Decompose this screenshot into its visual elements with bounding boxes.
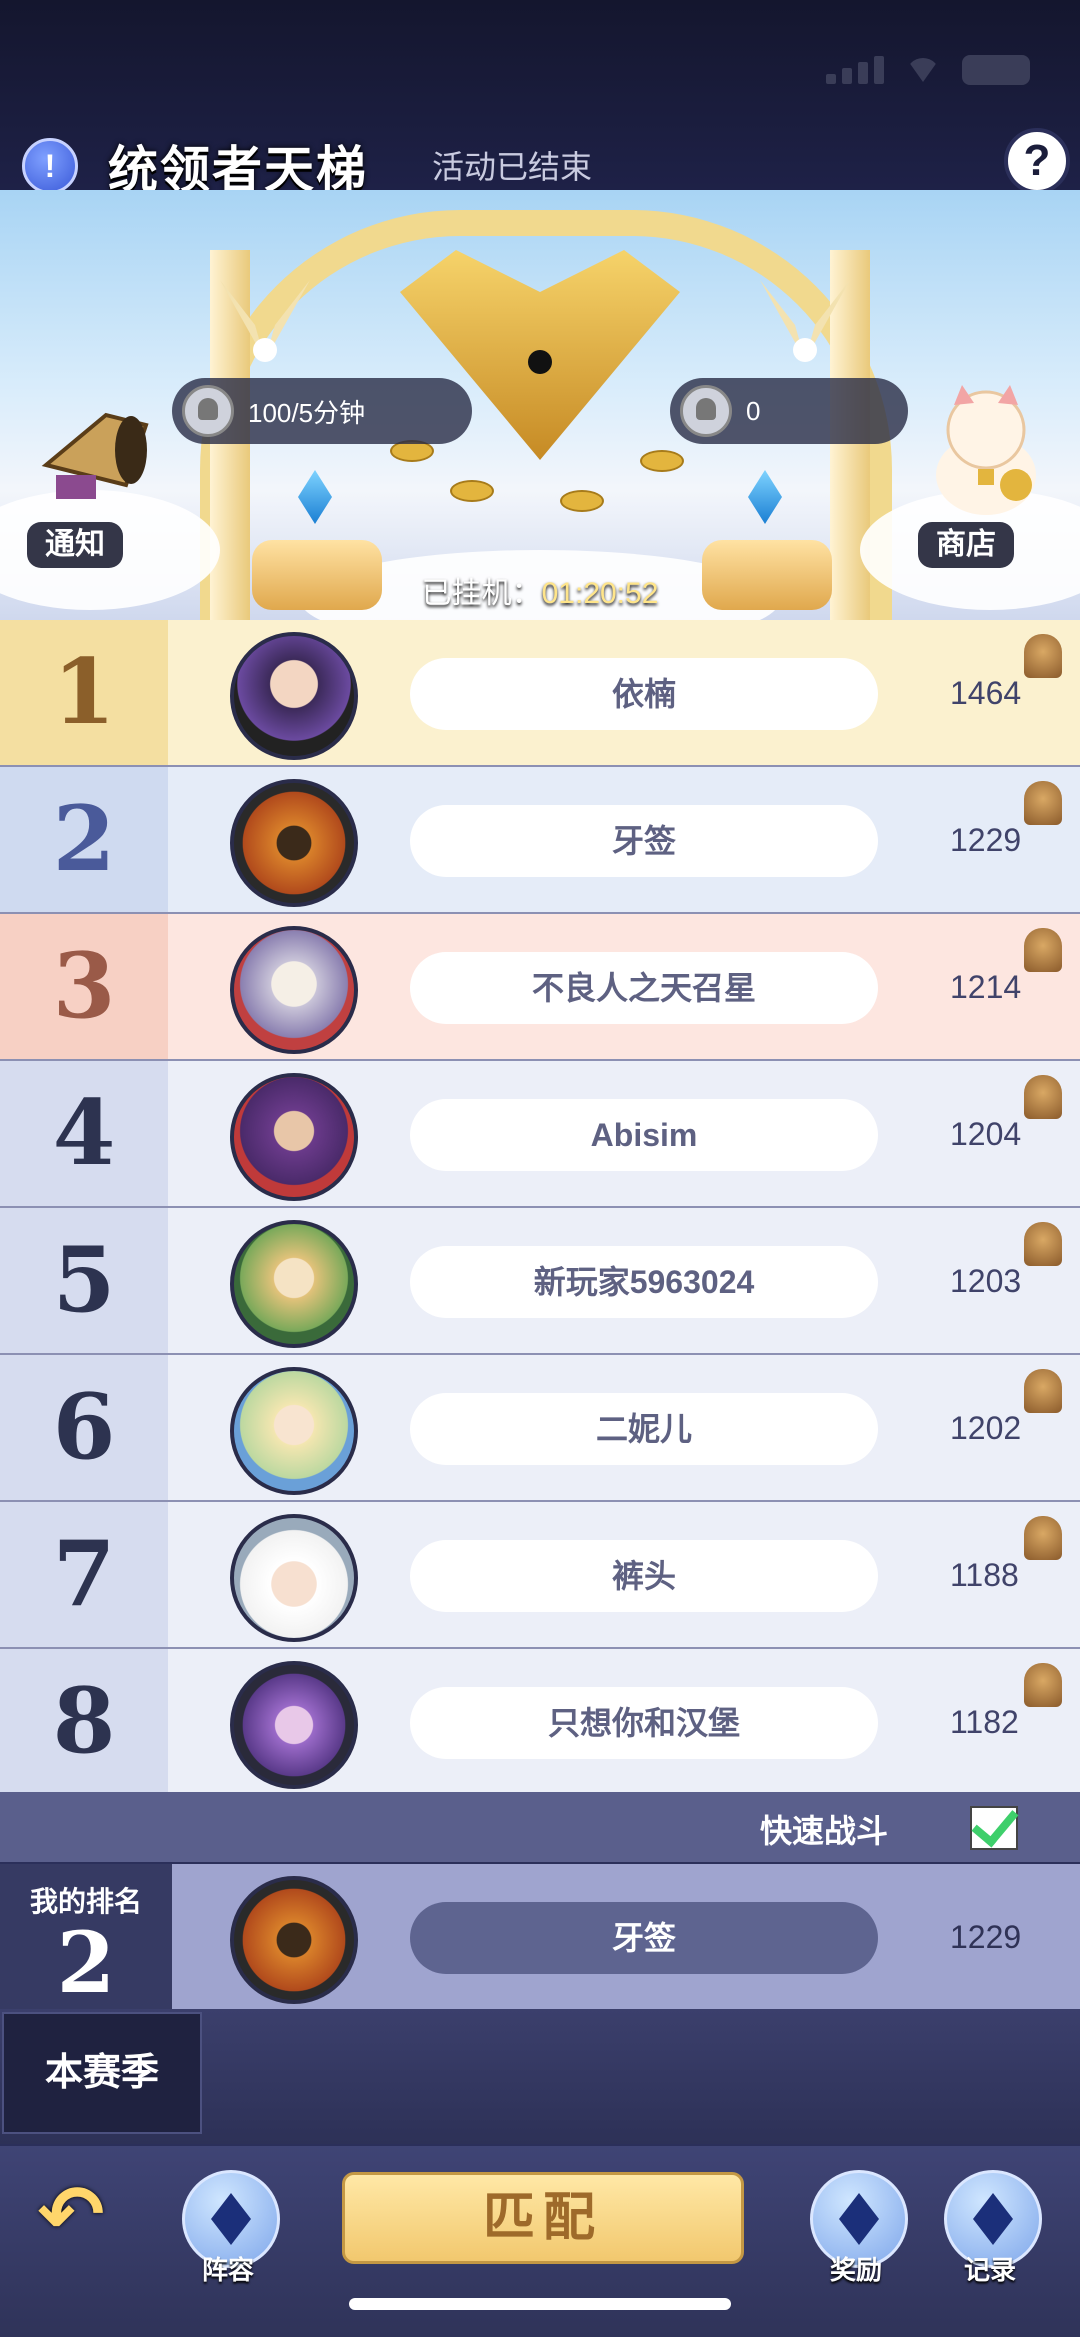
helmet-rank-icon bbox=[1024, 928, 1062, 972]
player-score: 1188 bbox=[950, 1557, 1019, 1593]
ranking-row-1[interactable]: 1 依楠 1464 bbox=[0, 620, 1080, 767]
right-wings-decoration bbox=[760, 280, 850, 362]
player-name: 二妮儿 bbox=[410, 1393, 878, 1465]
player-name: Abisim bbox=[410, 1099, 878, 1171]
rank-number: 5 bbox=[0, 1208, 168, 1353]
rank-number: 6 bbox=[0, 1355, 168, 1500]
player-score: 1229 bbox=[950, 822, 1022, 858]
helmet-rank-icon bbox=[1024, 1516, 1062, 1560]
player-score: 1464 bbox=[950, 675, 1022, 711]
ranking-row-4[interactable]: 4 Abisim 1204 bbox=[0, 1061, 1080, 1208]
helmet-rank-icon bbox=[1024, 781, 1062, 825]
helmet-rank-icon bbox=[1024, 1075, 1062, 1119]
crest-keyhole bbox=[528, 350, 552, 374]
token-count: 0 bbox=[746, 395, 761, 426]
ranking-row-2[interactable]: 2 牙签 1229 bbox=[0, 767, 1080, 914]
player-name: 依楠 bbox=[410, 658, 878, 730]
player-score: 1202 bbox=[950, 1410, 1022, 1446]
avatar[interactable] bbox=[230, 779, 358, 907]
token-count-pill: 0 bbox=[670, 378, 908, 444]
match-button[interactable]: 匹配 bbox=[342, 2172, 744, 2264]
stamina-rate: 100/5分钟 bbox=[248, 397, 366, 428]
player-score: 1182 bbox=[950, 1704, 1019, 1740]
coin-decoration bbox=[450, 480, 494, 502]
helmet-rank-icon bbox=[1024, 1222, 1062, 1266]
ranking-row-6[interactable]: 6 二妮儿 1202 bbox=[0, 1355, 1080, 1502]
player-score: 1214 bbox=[950, 969, 1022, 1005]
quick-battle-bar: 快速战斗 bbox=[0, 1792, 1080, 1862]
wifi-icon bbox=[906, 58, 940, 82]
idle-timer-value: 01:20:52 bbox=[541, 577, 659, 610]
stamina-rate-pill: 100/5分钟 bbox=[172, 378, 472, 444]
left-wings-decoration bbox=[220, 280, 310, 362]
avatar[interactable] bbox=[230, 1220, 358, 1348]
rank-number: 8 bbox=[0, 1649, 168, 1794]
rank-number: 2 bbox=[0, 767, 168, 912]
my-avatar[interactable] bbox=[230, 1876, 358, 2004]
coin-decoration bbox=[560, 490, 604, 512]
shop-button[interactable]: 商店 bbox=[918, 522, 1014, 568]
avatar[interactable] bbox=[230, 1073, 358, 1201]
rank-number: 3 bbox=[0, 914, 168, 1059]
quick-battle-checkbox[interactable] bbox=[970, 1806, 1018, 1850]
my-player-name: 牙签 bbox=[410, 1902, 878, 1974]
my-player-score: 1229 bbox=[950, 1919, 1022, 1955]
helmet-rank-icon bbox=[1024, 634, 1062, 678]
player-name: 牙签 bbox=[410, 805, 878, 877]
rank-number: 4 bbox=[0, 1061, 168, 1206]
player-score: 1203 bbox=[950, 1263, 1022, 1299]
home-indicator[interactable] bbox=[349, 2298, 731, 2310]
my-rank-badge: 我的排名 2 bbox=[0, 1864, 172, 2009]
helmet-rank-icon bbox=[1024, 1663, 1062, 1707]
avatar[interactable] bbox=[230, 1367, 358, 1495]
my-rank-label: 我的排名 bbox=[29, 1886, 142, 1917]
battery-icon bbox=[962, 55, 1030, 85]
helmet-rank-icon bbox=[1024, 1369, 1062, 1413]
lineup-label[interactable]: 阵容 bbox=[202, 2250, 254, 2287]
my-rank-row[interactable]: 我的排名 2 牙签 1229 bbox=[0, 1864, 1080, 2009]
player-score: 1204 bbox=[950, 1116, 1022, 1152]
record-label[interactable]: 记录 bbox=[964, 2250, 1016, 2287]
player-name: 不良人之天召星 bbox=[410, 952, 878, 1024]
helmet-coin-icon bbox=[182, 385, 234, 437]
player-name: 裤头 bbox=[410, 1540, 878, 1612]
event-status: 活动已结束 bbox=[432, 149, 593, 185]
info-alert-icon[interactable]: ! bbox=[22, 138, 78, 194]
reward-label[interactable]: 奖励 bbox=[830, 2250, 882, 2287]
notice-button[interactable]: 通知 bbox=[27, 522, 123, 568]
player-name: 只想你和汉堡 bbox=[410, 1687, 878, 1759]
notice-horn-icon[interactable] bbox=[36, 395, 156, 505]
idle-timer: 已挂机：01:20:52 bbox=[0, 568, 1080, 612]
status-bar bbox=[826, 55, 1030, 85]
ranking-row-7[interactable]: 7 裤头 1188 bbox=[0, 1502, 1080, 1649]
quick-battle-label: 快速战斗 bbox=[760, 1813, 889, 1849]
helmet-coin-icon bbox=[680, 385, 732, 437]
rank-number: 7 bbox=[0, 1502, 168, 1647]
my-rank-number: 2 bbox=[56, 1913, 116, 2012]
player-name: 新玩家5963024 bbox=[410, 1246, 878, 1318]
avatar[interactable] bbox=[230, 632, 358, 760]
help-icon[interactable]: ? bbox=[1004, 128, 1070, 194]
back-arrow-icon[interactable]: ↶ bbox=[28, 2172, 114, 2258]
idle-timer-label: 已挂机： bbox=[421, 577, 542, 610]
avatar[interactable] bbox=[230, 1514, 358, 1642]
ranking-list: 1 依楠 1464 2 牙签 1229 3 不良人之天召星 1214 4 Abi… bbox=[0, 620, 1080, 1796]
avatar[interactable] bbox=[230, 926, 358, 1054]
ranking-row-5[interactable]: 5 新玩家5963024 1203 bbox=[0, 1208, 1080, 1355]
avatar[interactable] bbox=[230, 1661, 358, 1789]
shop-cat-icon[interactable] bbox=[926, 385, 1046, 515]
this-season-button[interactable]: 本赛季 bbox=[2, 2012, 202, 2134]
coin-decoration bbox=[640, 450, 684, 472]
rank-number: 1 bbox=[0, 620, 168, 765]
ranking-row-3[interactable]: 3 不良人之天召星 1214 bbox=[0, 914, 1080, 1061]
ranking-row-8[interactable]: 8 只想你和汉堡 1182 bbox=[0, 1649, 1080, 1796]
signal-icon bbox=[826, 56, 884, 84]
